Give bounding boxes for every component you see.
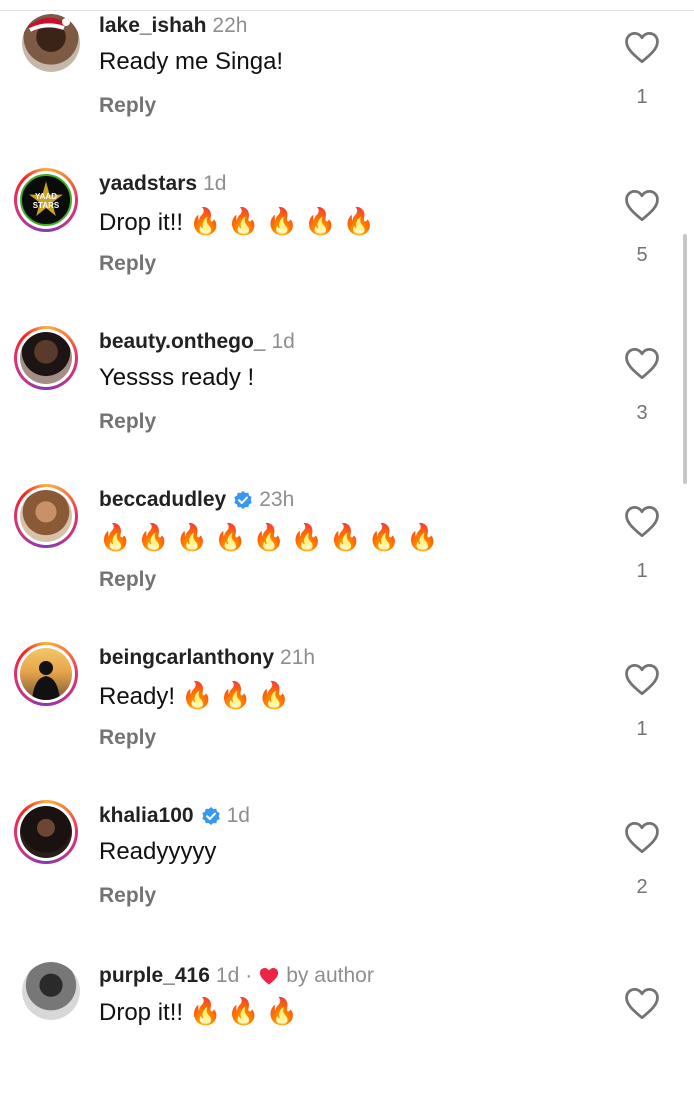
reply-button[interactable]: Reply (99, 410, 156, 434)
reply-button[interactable]: Reply (99, 568, 156, 592)
comment-text: Ready me Singa! (99, 48, 284, 75)
verified-badge-icon (234, 491, 252, 509)
like-count: 2 (636, 876, 648, 898)
fire-emoji: 🔥 (252, 522, 285, 552)
scrollbar[interactable] (683, 234, 687, 484)
avatar[interactable] (14, 642, 78, 706)
avatar[interactable] (14, 326, 78, 390)
comment-item: YAAD STARS yaadstars 1d Drop it!! 🔥 🔥 🔥 🔥 🔥 R… (0, 158, 694, 308)
username[interactable]: beauty.onthego_ (99, 330, 265, 354)
fire-emoji: 🔥 (219, 680, 252, 710)
heart-icon[interactable] (623, 662, 661, 696)
heart-icon[interactable] (623, 30, 661, 64)
yaadstars-logo: YAAD STARS (29, 181, 63, 216)
verified-badge-icon (201, 807, 220, 825)
fire-emoji: 🔥 (265, 996, 299, 1026)
comment-text: Drop it!! 🔥 🔥 🔥 🔥 🔥 (99, 206, 375, 236)
svg-text:YAAD: YAAD (35, 192, 57, 201)
fire-emoji: 🔥 (175, 522, 209, 552)
comment-text: Drop it!! 🔥 🔥 🔥 (99, 996, 299, 1026)
fire-emoji: 🔥 (227, 206, 260, 236)
timestamp: 1d (226, 804, 250, 827)
like-count: 1 (636, 560, 648, 582)
comment-header: beccadudley 23h (99, 488, 294, 512)
username[interactable]: khalia100 (99, 804, 194, 828)
comment-header: yaadstars 1d (99, 172, 226, 196)
heart-icon[interactable] (623, 188, 661, 222)
fire-emoji: 🔥 (290, 522, 324, 552)
fire-emoji: 🔥 (304, 206, 337, 236)
comment-text: 🔥 🔥 🔥 🔥 🔥 🔥 🔥 🔥 🔥 (93, 522, 438, 553)
comment-header: beingcarlanthony 21h (99, 646, 315, 670)
comment-item: lake_ishah 22h Ready me Singa! Reply 1 (0, 0, 694, 150)
heart-icon[interactable] (623, 504, 661, 538)
timestamp: 21h (280, 646, 316, 669)
fire-emoji: 🔥 (189, 996, 222, 1026)
avatar[interactable] (14, 800, 78, 864)
like-count: 1 (636, 718, 648, 740)
reply-button[interactable]: Reply (99, 94, 156, 118)
fire-emoji: 🔥 (214, 522, 247, 552)
comment-item: purple_416 1d · by author Drop it!! 🔥 🔥 🔥 (0, 950, 694, 1100)
like-count: 5 (636, 244, 648, 266)
username[interactable]: beccadudley (99, 488, 226, 512)
like-count: 1 (636, 86, 648, 108)
avatar[interactable]: YAAD STARS (14, 168, 78, 232)
comment-item: khalia100 1d Readyyyyy Reply 2 (0, 790, 694, 940)
reply-button[interactable]: Reply (99, 884, 156, 908)
avatar[interactable] (22, 14, 80, 72)
fire-emoji: 🔥 (227, 996, 260, 1026)
username[interactable]: lake_ishah (99, 14, 206, 38)
avatar[interactable] (14, 484, 78, 548)
timestamp: 1d (215, 964, 240, 987)
fire-emoji: 🔥 (257, 680, 291, 710)
fire-emoji: 🔥 (265, 206, 299, 236)
username[interactable]: purple_416 (99, 964, 210, 988)
fire-emoji: 🔥 (329, 522, 362, 552)
timestamp: 23h (259, 488, 295, 511)
fire-emoji: 🔥 (367, 522, 400, 552)
timestamp: 1d (271, 330, 295, 353)
like-count: 3 (636, 402, 648, 424)
fire-emoji: 🔥 (137, 522, 170, 552)
reply-button[interactable]: Reply (99, 726, 156, 750)
heart-icon[interactable] (623, 986, 661, 1020)
comment-item: beingcarlanthony 21h Ready! 🔥 🔥 🔥 Reply 1 (0, 632, 694, 782)
liked-by-author: · by author (245, 964, 374, 987)
separator: · (245, 964, 253, 987)
timestamp: 1d (203, 172, 227, 195)
comment-text: Yessss ready ! (99, 364, 255, 391)
fire-emoji: 🔥 (181, 680, 214, 710)
reply-button[interactable]: Reply (99, 252, 156, 276)
fire-emoji: 🔥 (99, 522, 132, 552)
timestamp: 22h (212, 14, 248, 37)
heart-filled-icon (260, 968, 279, 985)
svg-text:STARS: STARS (33, 201, 60, 210)
comment-header: purple_416 1d · by author (99, 964, 374, 988)
avatar[interactable] (22, 962, 80, 1020)
comment-header: khalia100 1d (99, 804, 250, 828)
comment-header: lake_ishah 22h (99, 14, 247, 38)
comment-text: Readyyyyy (99, 838, 217, 865)
username[interactable]: beingcarlanthony (99, 646, 274, 670)
comment-header: beauty.onthego_ 1d (99, 330, 295, 354)
fire-emoji: 🔥 (406, 522, 439, 552)
heart-icon[interactable] (623, 346, 661, 380)
comment-text: Ready! 🔥 🔥 🔥 (99, 680, 291, 710)
fire-emoji: 🔥 (189, 206, 222, 236)
comment-item: beccadudley 23h 🔥 🔥 🔥 🔥 🔥 🔥 🔥 🔥 🔥 Reply 1 (0, 474, 694, 624)
username[interactable]: yaadstars (99, 172, 197, 196)
heart-icon[interactable] (623, 820, 661, 854)
comment-item: beauty.onthego_ 1d Yessss ready ! Reply … (0, 316, 694, 466)
fire-emoji: 🔥 (342, 206, 375, 236)
